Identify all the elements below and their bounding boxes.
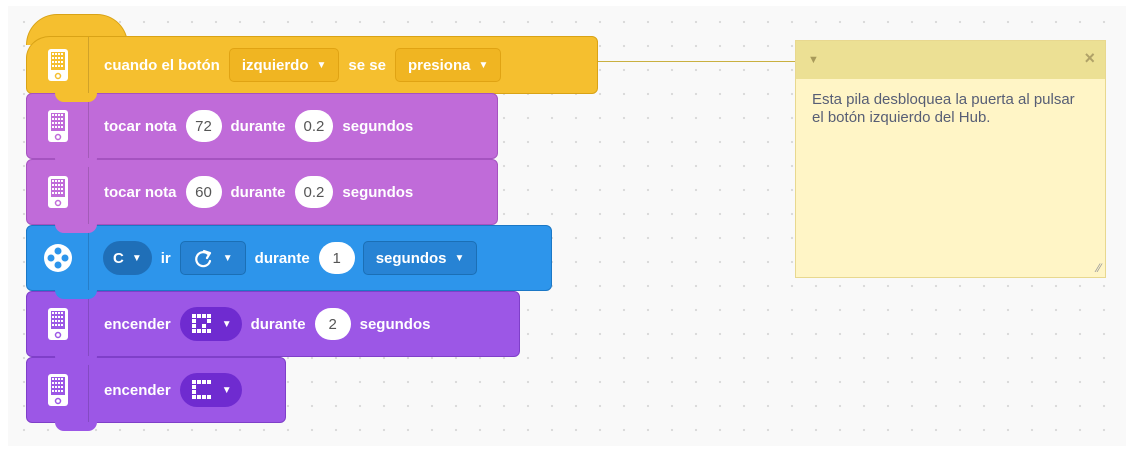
- caret-down-icon: ▼: [221, 384, 232, 396]
- direction-dropdown[interactable]: ▼: [179, 241, 246, 275]
- close-icon[interactable]: ×: [1084, 48, 1095, 69]
- button-dropdown-value: izquierdo: [241, 56, 309, 74]
- block-text: segundos: [342, 183, 414, 201]
- collapse-triangle-icon[interactable]: ▼: [808, 54, 819, 66]
- block-text: segundos: [359, 315, 431, 333]
- comment-header[interactable]: ▼ ×: [796, 41, 1105, 79]
- comment-text[interactable]: Esta pila desbloquea la puerta al pulsar…: [796, 79, 1105, 139]
- block-notch: [55, 224, 97, 233]
- play-note-block[interactable]: tocar nota 72 durante 0.2 segundos: [26, 93, 498, 167]
- block-text: encender: [104, 315, 171, 333]
- block-notch: [55, 356, 97, 365]
- port-dropdown[interactable]: C ▼: [103, 241, 152, 275]
- turn-on-light-block[interactable]: encender ▼: [26, 357, 286, 431]
- duration-input[interactable]: 1: [318, 242, 355, 274]
- block-text: durante: [254, 249, 310, 267]
- play-note-block[interactable]: tocar nota 60 durante 0.2 segundos: [26, 159, 498, 233]
- button-dropdown[interactable]: izquierdo ▼: [228, 48, 340, 82]
- block-text: durante: [230, 117, 286, 135]
- clockwise-arrow-icon: [194, 249, 211, 268]
- image-dropdown[interactable]: ▼: [179, 373, 242, 407]
- hub-icon: [27, 37, 89, 93]
- note-input[interactable]: 60: [185, 176, 222, 208]
- block-text: cuando el botón: [104, 56, 220, 74]
- block-text: segundos: [342, 117, 414, 135]
- turn-on-light-block[interactable]: encender ▼ durante 2 segundos: [26, 291, 520, 365]
- caret-down-icon: ▼: [316, 59, 327, 71]
- action-dropdown-value: presiona: [407, 56, 471, 74]
- block-text: encender: [104, 381, 171, 399]
- hub-icon: [27, 358, 89, 422]
- resize-handle-icon[interactable]: ⁄⁄: [1097, 261, 1101, 275]
- duration-input[interactable]: 0.2: [294, 110, 334, 142]
- block-text: tocar nota: [104, 117, 177, 135]
- matrix-image-icon: [191, 380, 211, 399]
- block-notch: [55, 422, 97, 431]
- comment-connector-line: [598, 61, 795, 62]
- when-button-pressed-block[interactable]: cuando el botón izquierdo ▼ se se presio…: [26, 36, 598, 102]
- block-text: ir: [160, 249, 171, 267]
- unit-dropdown-value: segundos: [375, 249, 447, 267]
- action-dropdown[interactable]: presiona ▼: [394, 48, 502, 82]
- block-notch: [55, 290, 97, 299]
- note-input[interactable]: 72: [185, 110, 222, 142]
- comment-note[interactable]: ▼ × Esta pila desbloquea la puerta al pu…: [795, 40, 1106, 278]
- block-notch: [55, 158, 97, 167]
- matrix-image-icon: [191, 314, 211, 333]
- block-text: durante: [230, 183, 286, 201]
- caret-down-icon: ▼: [478, 59, 489, 71]
- caret-down-icon: ▼: [131, 252, 142, 264]
- caret-down-icon: ▼: [222, 252, 233, 264]
- run-motor-block[interactable]: C ▼ ir ▼ durante 1 segundos ▼: [26, 225, 552, 299]
- hub-icon: [27, 94, 89, 158]
- hub-icon: [27, 292, 89, 356]
- motor-icon: [27, 226, 89, 290]
- hub-icon: [27, 160, 89, 224]
- caret-down-icon: ▼: [454, 252, 465, 264]
- duration-input[interactable]: 2: [314, 308, 351, 340]
- unit-dropdown[interactable]: segundos ▼: [362, 241, 478, 275]
- block-text: tocar nota: [104, 183, 177, 201]
- block-text: durante: [250, 315, 306, 333]
- block-notch: [55, 93, 97, 102]
- image-dropdown[interactable]: ▼: [179, 307, 242, 341]
- port-dropdown-value: C: [113, 249, 124, 267]
- block-text: se se: [348, 56, 386, 74]
- caret-down-icon: ▼: [221, 318, 232, 330]
- duration-input[interactable]: 0.2: [294, 176, 334, 208]
